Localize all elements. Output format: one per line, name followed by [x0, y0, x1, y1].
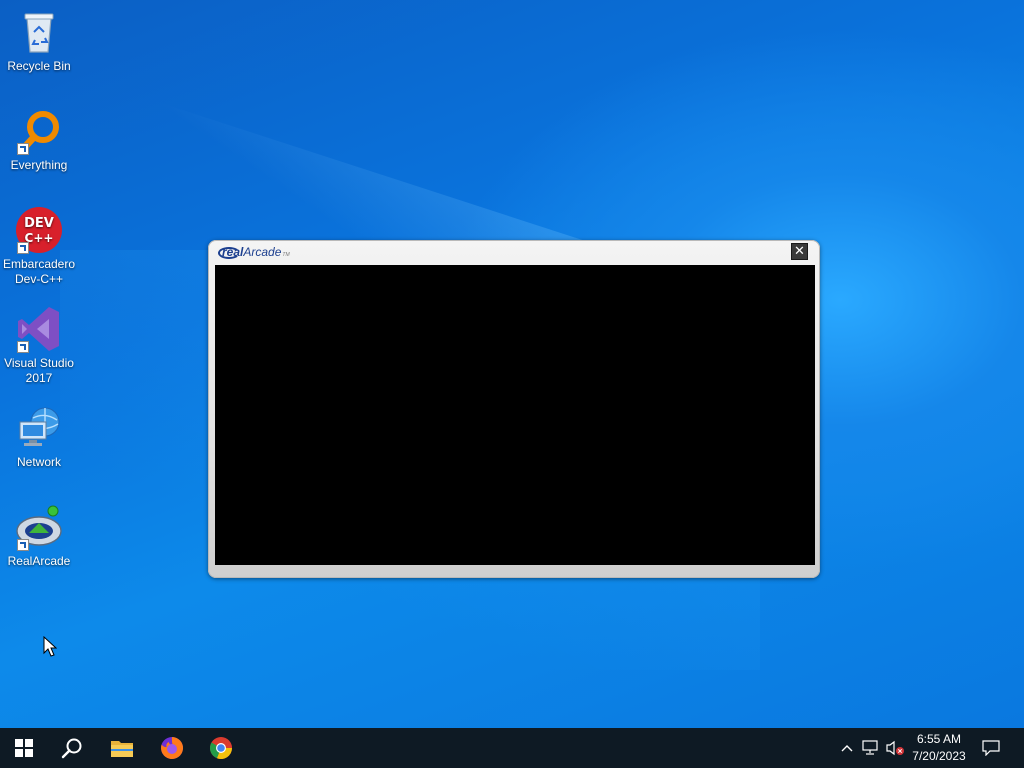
start-button[interactable] [0, 728, 48, 768]
desktop-icon-label: Embarcadero [2, 257, 76, 271]
action-center-button[interactable] [976, 728, 1006, 768]
show-hidden-icons-button[interactable] [838, 728, 856, 768]
window-titlebar[interactable]: realArcadeTM ✕ [208, 240, 820, 264]
visual-studio-icon [15, 305, 63, 353]
file-explorer-icon [111, 741, 133, 757]
volume-muted-icon [886, 740, 904, 756]
shortcut-arrow-icon [17, 539, 29, 551]
taskbar: 6:55 AM 7/20/2023 [0, 728, 1024, 768]
recycle-bin-icon [15, 8, 63, 56]
taskbar-chrome[interactable] [197, 728, 245, 768]
close-button[interactable]: ✕ [791, 243, 808, 260]
clock-time: 6:55 AM [916, 732, 962, 746]
desktop-icon-visual-studio[interactable]: Visual Studio 2017 [2, 305, 76, 386]
game-content-area[interactable] [215, 265, 815, 565]
taskbar-clock[interactable]: 6:55 AM 7/20/2023 [904, 731, 974, 765]
desktop-icon-label: 2017 [25, 371, 53, 385]
desktop-icon-label: Visual Studio [4, 356, 74, 370]
realarcade-icon [15, 503, 63, 551]
desktop-icon-network[interactable]: Network [2, 404, 76, 470]
chevron-up-icon [841, 745, 853, 752]
search-icon [61, 738, 82, 759]
clock-date: 7/20/2023 [912, 749, 966, 763]
svg-text:DEV: DEV [24, 216, 54, 231]
desktop-icon-label: Everything [10, 158, 68, 172]
realarcade-window[interactable]: realArcadeTM ✕ [208, 240, 820, 578]
firefox-icon [161, 736, 184, 759]
logo-text: Arcade [243, 245, 282, 259]
taskbar-firefox[interactable] [148, 728, 196, 768]
desktop-icon-recycle-bin[interactable]: Recycle Bin [2, 8, 76, 74]
volume-tray-button[interactable] [884, 728, 906, 768]
desktop-icon-realarcade[interactable]: RealArcade [2, 503, 76, 569]
desktop-icon-label: Network [16, 455, 61, 469]
chrome-icon [209, 737, 233, 760]
shortcut-arrow-icon [17, 341, 29, 353]
network-tray-button[interactable] [860, 728, 882, 768]
logo-trademark: TM [282, 252, 290, 258]
search-button[interactable] [48, 728, 96, 768]
devcpp-icon: DEV C++ [15, 206, 63, 254]
network-icon [15, 404, 63, 452]
everything-icon [15, 107, 63, 155]
shortcut-arrow-icon [17, 242, 29, 254]
notification-icon [982, 740, 1000, 756]
desktop[interactable]: Recycle Bin Everything DEV C++ Embarcade… [0, 0, 1024, 728]
logo-ring-icon [218, 247, 240, 259]
desktop-icon-label: Dev-C++ [14, 272, 64, 286]
network-tray-icon [862, 740, 878, 755]
windows-start-icon [15, 739, 33, 757]
mouse-cursor-icon [43, 636, 57, 657]
shortcut-arrow-icon [17, 143, 29, 155]
close-icon: ✕ [794, 244, 805, 259]
desktop-icon-label: Recycle Bin [7, 59, 71, 73]
desktop-icon-devcpp[interactable]: DEV C++ Embarcadero Dev-C++ [2, 206, 76, 287]
taskbar-file-explorer[interactable] [98, 728, 146, 768]
desktop-icon-label: RealArcade [7, 554, 71, 568]
desktop-icon-everything[interactable]: Everything [2, 107, 76, 173]
realarcade-logo: realArcadeTM [218, 245, 290, 261]
